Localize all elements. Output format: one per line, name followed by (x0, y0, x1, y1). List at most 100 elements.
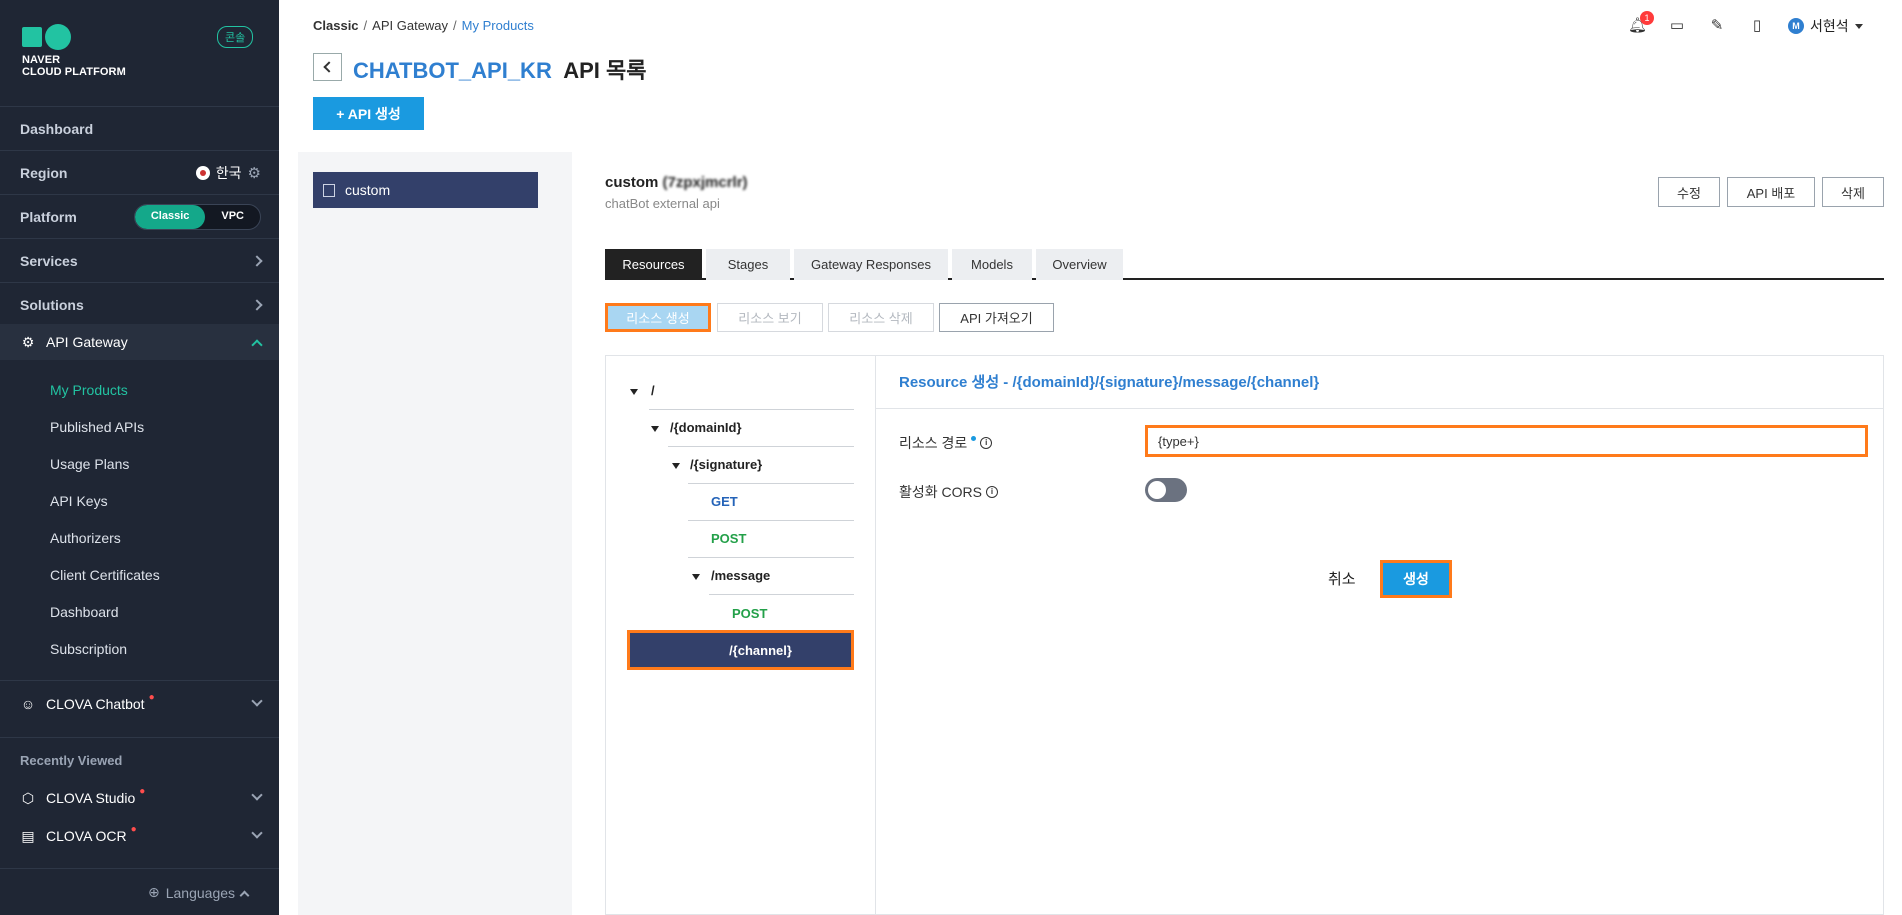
info-icon[interactable]: i (980, 437, 993, 449)
tab-resources[interactable]: Resources (605, 249, 702, 280)
logo-line2: CLOUD PLATFORM (22, 66, 126, 78)
create-resource-button[interactable]: 리소스 생성 (605, 303, 711, 332)
sidebar-item-clova-studio[interactable]: ⬡ CLOVA Studio ● (0, 776, 279, 819)
tree-separator (688, 483, 854, 484)
delete-button[interactable]: 삭제 (1822, 177, 1884, 207)
resource-path-label: 리소스 경로 i (899, 433, 993, 453)
title-suffix: API 목록 (563, 58, 647, 83)
console-badge[interactable]: 콘솔 (217, 26, 254, 48)
naver-cloud-logo[interactable]: NAVER CLOUD PLATFORM (22, 24, 126, 78)
breadcrumb-classic[interactable]: Classic (313, 18, 359, 33)
import-api-button[interactable]: API 가져오기 (939, 303, 1054, 332)
ocr-icon: ▤ (21, 827, 35, 844)
cors-toggle[interactable] (1145, 478, 1187, 502)
chat-icon[interactable]: ▭ (1668, 17, 1686, 35)
platform-vpc-option[interactable]: VPC (205, 205, 260, 229)
book-icon[interactable]: ▯ (1748, 17, 1766, 35)
new-dot: ● (139, 786, 146, 797)
user-name: 서현석 (1810, 18, 1849, 34)
tab-gateway-responses[interactable]: Gateway Responses (794, 249, 948, 280)
sidebar-sub-api-keys[interactable]: API Keys (50, 493, 108, 509)
tree-separator (709, 594, 854, 595)
api-gateway-icon: ⚙ (21, 334, 35, 350)
sidebar-sub-authorizers[interactable]: Authorizers (50, 530, 121, 546)
platform-label: Platform (20, 208, 77, 225)
expand-triangle-icon[interactable] (672, 463, 680, 469)
platform-classic-option[interactable]: Classic (134, 204, 206, 229)
chevron-down-icon (251, 695, 263, 707)
sidebar-platform: Platform Classic VPC (0, 195, 279, 238)
chevron-right-icon (251, 254, 263, 267)
avatar: M (1788, 18, 1804, 34)
tree-node-message-post[interactable]: POST (732, 606, 767, 621)
create-api-button[interactable]: + API 생성 (313, 97, 424, 130)
tree-node-post-method[interactable]: POST (711, 531, 746, 546)
tab-bar: Resources Stages Gateway Responses Model… (605, 249, 1884, 280)
sidebar-item-clova-chatbot[interactable]: ☺ CLOVA Chatbot ● (0, 682, 279, 725)
region-value[interactable]: 한국 (216, 163, 242, 183)
tree-node-get-method[interactable]: GET (711, 494, 738, 509)
deploy-api-button[interactable]: API 배포 (1727, 177, 1815, 207)
divider (0, 868, 279, 869)
logo-mark-icon (22, 24, 126, 50)
tree-node-root[interactable]: / (651, 383, 655, 398)
sidebar-sub-dashboard[interactable]: Dashboard (50, 604, 119, 620)
create-submit-button[interactable]: 생성 (1380, 560, 1452, 598)
edit-button[interactable]: 수정 (1658, 177, 1720, 207)
api-name: custom (7zpxjmcrlr) (605, 174, 748, 191)
info-icon[interactable]: i (985, 486, 998, 498)
breadcrumb-api-gateway[interactable]: API Gateway (372, 18, 448, 33)
cors-label: 활성화 CORS i (899, 482, 998, 502)
sidebar-sub-subscription[interactable]: Subscription (50, 641, 127, 657)
sidebar-sub-my-products[interactable]: My Products (50, 382, 128, 398)
expand-triangle-icon[interactable] (651, 426, 659, 432)
bell-icon[interactable]: 🔔︎ 1 (1628, 11, 1654, 35)
resource-path-input[interactable] (1145, 425, 1868, 457)
view-resource-button[interactable]: 리소스 보기 (717, 303, 823, 332)
document-icon (323, 183, 335, 197)
sidebar-item-api-gateway[interactable]: ⚙ API Gateway (0, 324, 279, 360)
tree-node-domainid[interactable]: /{domainId} (670, 420, 742, 435)
chevron-right-icon (251, 298, 263, 311)
tree-node-signature[interactable]: /{signature} (690, 457, 762, 472)
form-title: Resource 생성 - /{domainId}/{signature}/me… (899, 374, 1320, 391)
breadcrumb-my-products[interactable]: My Products (462, 18, 534, 33)
sidebar-item-solutions[interactable]: Solutions (0, 283, 279, 326)
tab-overview[interactable]: Overview (1036, 249, 1123, 280)
sidebar-sub-published-apis[interactable]: Published APIs (50, 419, 144, 435)
studio-icon: ⬡ (21, 789, 35, 806)
tree-node-channel-selected[interactable]: /{channel} (627, 630, 854, 670)
resource-path-label-text: 리소스 경로 (899, 435, 968, 451)
edit-note-icon[interactable]: ✎ (1708, 17, 1726, 35)
sidebar-item-dashboard[interactable]: Dashboard (0, 107, 279, 150)
breadcrumb: Classic / API Gateway / My Products (313, 18, 534, 33)
logo-text: NAVER CLOUD PLATFORM (22, 54, 126, 78)
tree-separator (668, 446, 854, 447)
delete-resource-button[interactable]: 리소스 삭제 (828, 303, 934, 332)
chevron-down-icon (251, 789, 263, 801)
clova-studio-label: CLOVA Studio (46, 789, 136, 806)
gear-icon[interactable]: ⚙ (248, 164, 261, 182)
top-toolbar: 🔔︎ 1 ▭ ✎ ▯ M 서현석 (1628, 11, 1863, 36)
api-list-item[interactable]: custom (313, 172, 538, 208)
toggle-knob (1148, 481, 1166, 499)
sidebar-item-clova-ocr[interactable]: ▤ CLOVA OCR ● (0, 814, 279, 857)
sidebar-sub-usage-plans[interactable]: Usage Plans (50, 456, 129, 472)
sidebar-item-services[interactable]: Services (0, 239, 279, 282)
tree-node-message[interactable]: /message (711, 568, 770, 583)
chatbot-icon: ☺ (20, 695, 36, 712)
user-menu[interactable]: M 서현석 (1788, 16, 1863, 36)
cancel-button[interactable]: 취소 (1328, 568, 1356, 589)
divider (0, 737, 279, 738)
platform-toggle[interactable]: Classic VPC (133, 203, 261, 230)
sidebar-sub-client-certificates[interactable]: Client Certificates (50, 567, 160, 583)
tab-stages[interactable]: Stages (706, 249, 790, 280)
back-button[interactable] (313, 53, 342, 81)
expand-triangle-icon[interactable] (630, 389, 638, 395)
clova-ocr-label: CLOVA OCR (46, 827, 127, 844)
tab-models[interactable]: Models (952, 249, 1032, 280)
new-dot: ● (148, 692, 155, 703)
languages-button[interactable]: ⊕ Languages (148, 884, 250, 901)
expand-triangle-icon[interactable] (692, 574, 700, 580)
api-name-text: custom (605, 174, 659, 191)
